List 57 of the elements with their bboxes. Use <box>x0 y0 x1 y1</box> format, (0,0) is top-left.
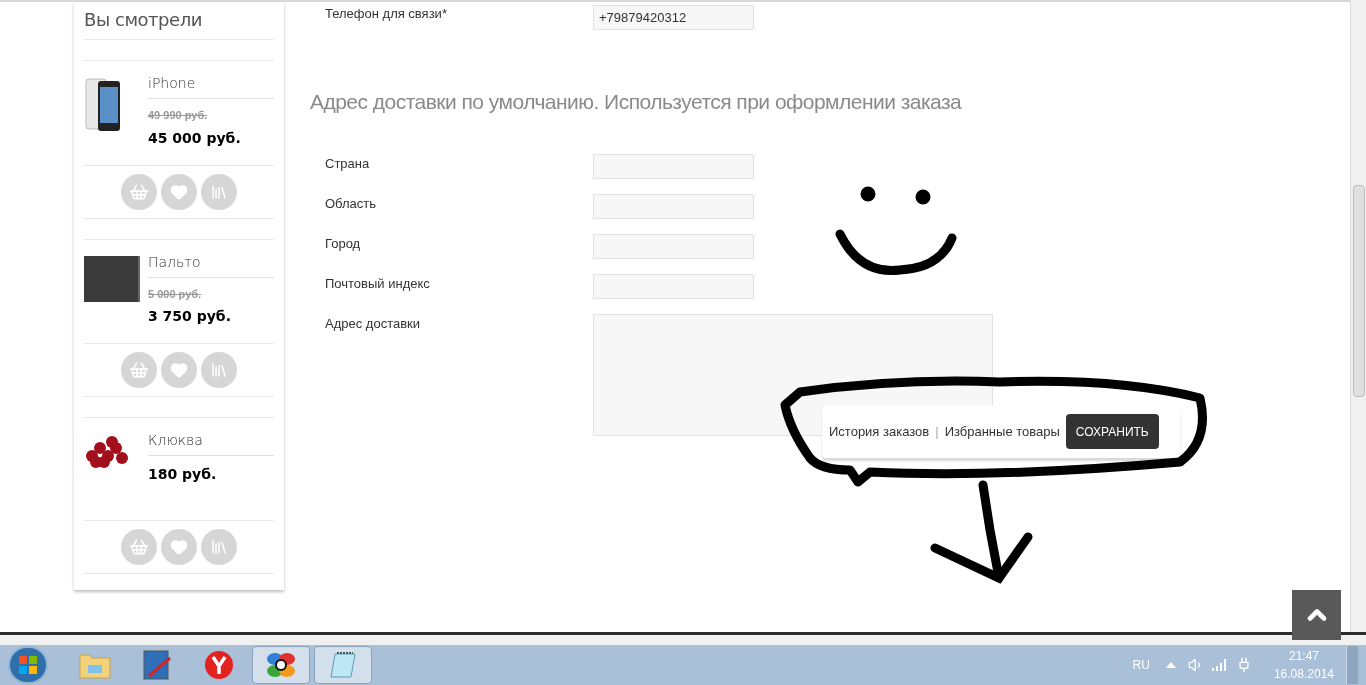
show-desktop-button[interactable] <box>1346 646 1358 684</box>
field-label: Область <box>324 194 378 213</box>
product-name[interactable]: iPhone <box>148 73 274 99</box>
product-price: 180 руб. <box>148 465 218 484</box>
order-history-link[interactable]: История заказов <box>829 421 930 442</box>
heart-icon <box>170 361 188 379</box>
sidebar-title: Вы смотрели <box>84 2 274 40</box>
signal-bars-icon[interactable] <box>1211 659 1228 671</box>
start-button[interactable] <box>8 646 48 684</box>
favorite-button[interactable] <box>161 173 197 210</box>
berries-photo <box>84 434 130 468</box>
windows-logo-icon <box>18 655 38 675</box>
browser-icon <box>204 650 234 680</box>
field-label: Почтовый индекс <box>324 274 431 293</box>
save-button[interactable]: СОХРАНИТЬ <box>1065 414 1159 449</box>
books-icon <box>210 361 228 379</box>
paint-icon <box>143 650 171 680</box>
phone-field[interactable]: +79879420312 <box>593 5 754 30</box>
add-to-cart-button[interactable] <box>121 529 157 565</box>
field-label: Страна <box>324 154 371 173</box>
product-name[interactable]: Клюква <box>148 430 274 456</box>
heart-icon <box>170 182 188 201</box>
link-separator: | <box>935 422 939 441</box>
input-field[interactable] <box>593 153 754 179</box>
field-label: Адрес доставки <box>324 314 422 333</box>
show-hidden-icons-icon[interactable] <box>1165 662 1176 668</box>
notepad-icon <box>329 651 357 679</box>
compare-button[interactable] <box>201 352 237 388</box>
favorites-link[interactable]: Избранные товары <box>944 421 1060 442</box>
pinwheel-icon <box>266 650 296 680</box>
basket-icon <box>129 181 149 202</box>
taskbar-app[interactable] <box>252 646 310 684</box>
field-label: Город <box>324 234 362 253</box>
product-price: 3 750 руб. <box>148 307 232 326</box>
input-field[interactable] <box>593 273 754 299</box>
product-name[interactable]: Пальто <box>148 251 274 278</box>
section-heading: Адрес доставки по умолчанию. Используется при оформлении заказа <box>310 89 963 115</box>
favorite-button[interactable] <box>161 352 197 388</box>
books-icon <box>210 182 228 201</box>
favorite-button[interactable] <box>161 529 197 565</box>
scroll-to-top-button[interactable] <box>1292 590 1341 640</box>
old-price: 49 990 руб. <box>148 108 209 123</box>
folder-icon <box>79 651 111 679</box>
old-price: 5 000 руб. <box>148 286 203 302</box>
basket-icon <box>129 360 149 380</box>
basket-icon <box>129 537 149 557</box>
add-to-cart-button[interactable] <box>121 352 157 388</box>
input-field[interactable] <box>593 233 754 259</box>
input-field[interactable] <box>593 193 754 219</box>
add-to-cart-button[interactable] <box>121 173 157 210</box>
compare-button[interactable] <box>201 529 237 565</box>
coat-photo <box>84 255 140 302</box>
compare-button[interactable] <box>201 173 237 210</box>
field-label: Телефон для связи* <box>324 5 448 23</box>
heart-icon <box>170 538 188 556</box>
books-icon <box>210 538 228 556</box>
product-price: 45 000 руб. <box>148 128 242 148</box>
